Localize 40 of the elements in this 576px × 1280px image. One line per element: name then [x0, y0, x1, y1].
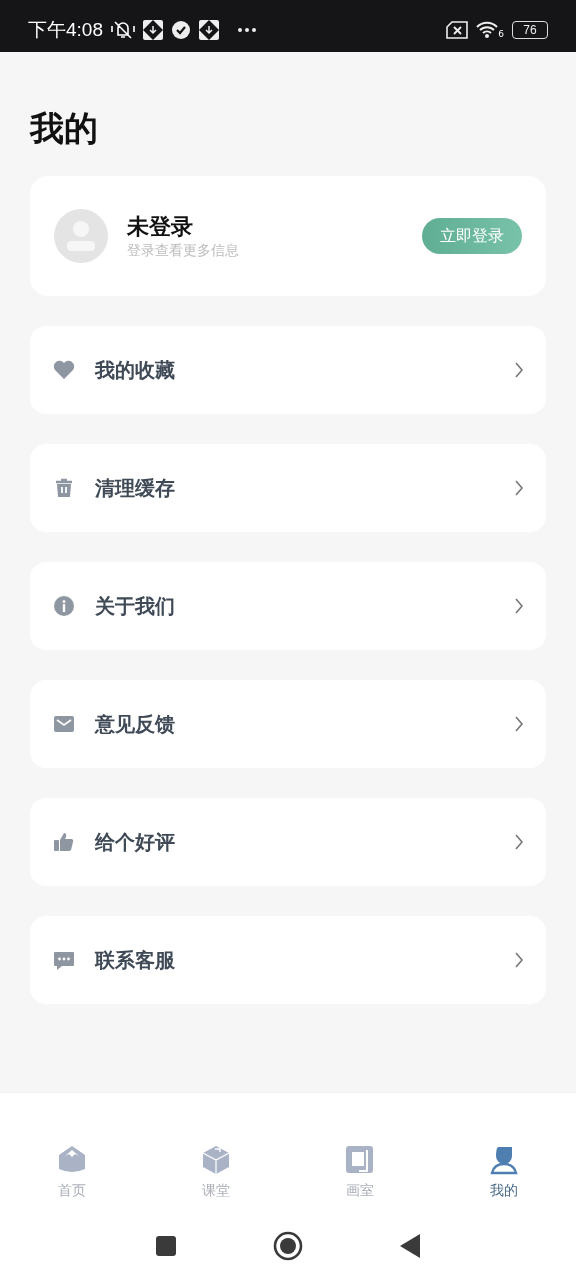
wifi-label: 6	[498, 29, 504, 39]
chevron-right-icon	[514, 597, 524, 615]
menu-item[interactable]: 给个好评	[30, 798, 546, 886]
app-notification-icon	[143, 20, 163, 40]
chevron-right-icon	[514, 361, 524, 379]
tab[interactable]: 我的	[432, 1145, 576, 1199]
person-icon	[489, 1145, 519, 1175]
mute-icon	[111, 20, 135, 40]
menu-item[interactable]: 关于我们	[30, 562, 546, 650]
menu-item[interactable]: 我的收藏	[30, 326, 546, 414]
chevron-right-icon	[514, 951, 524, 969]
chat-icon	[53, 949, 75, 971]
status-time: 下午4:08	[28, 18, 103, 42]
chevron-right-icon	[514, 715, 524, 733]
check-icon	[171, 20, 191, 40]
avatar-icon	[54, 209, 108, 263]
battery-icon: 76	[512, 21, 548, 39]
wifi-icon	[476, 21, 499, 39]
canvas-icon	[345, 1145, 375, 1175]
menu-item[interactable]: 意见反馈	[30, 680, 546, 768]
page-title: 我的	[30, 107, 98, 150]
chevron-right-icon	[514, 479, 524, 497]
home-button[interactable]	[273, 1231, 303, 1261]
recents-button[interactable]	[155, 1235, 177, 1257]
info-icon	[53, 595, 75, 617]
no-sim-icon	[446, 21, 469, 39]
trash-icon	[53, 477, 75, 499]
cube-icon	[201, 1145, 231, 1175]
chevron-right-icon	[514, 833, 524, 851]
login-hint: 登录查看更多信息	[127, 241, 239, 259]
heart-icon	[53, 359, 75, 381]
back-button[interactable]	[399, 1233, 421, 1259]
menu-item[interactable]: 清理缓存	[30, 444, 546, 532]
app-notification-icon	[199, 20, 219, 40]
menu-item[interactable]: 联系客服	[30, 916, 546, 1004]
login-status: 未登录	[127, 213, 193, 241]
thumbs-up-icon	[53, 831, 75, 853]
more-icon	[237, 27, 257, 33]
mail-icon	[53, 713, 75, 735]
mountain-icon	[57, 1145, 87, 1175]
